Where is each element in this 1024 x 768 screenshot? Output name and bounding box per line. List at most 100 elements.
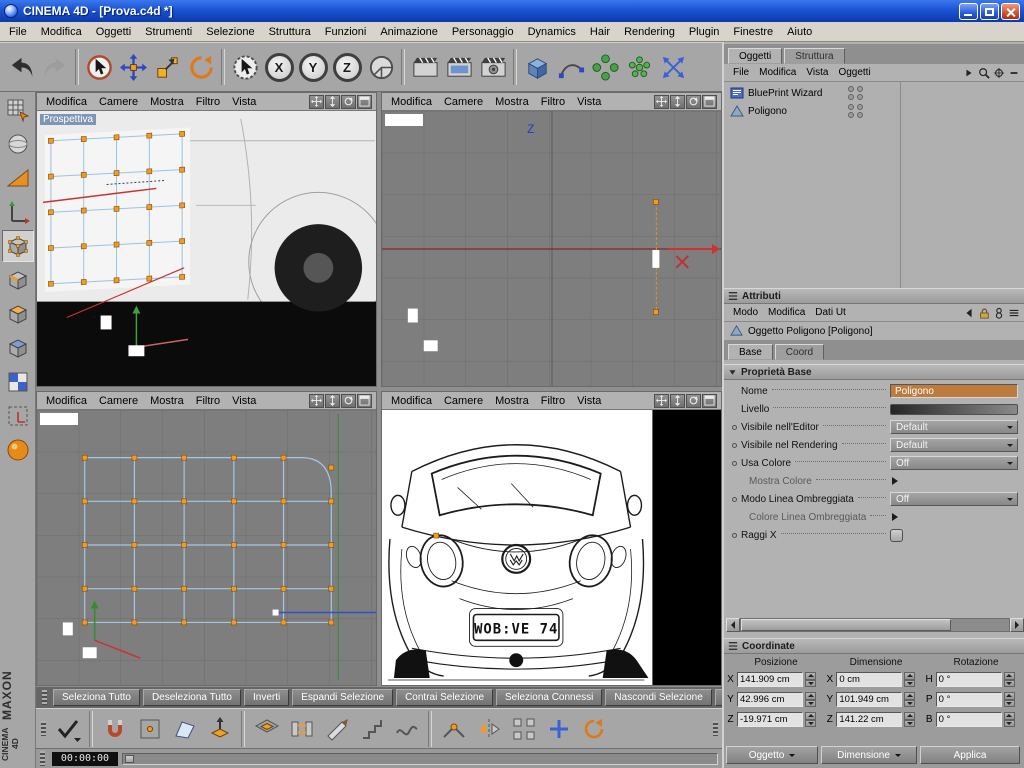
render-view-button[interactable] bbox=[408, 47, 442, 87]
search-icon[interactable] bbox=[978, 67, 990, 79]
object-axis-mode-button[interactable] bbox=[2, 196, 34, 228]
minus-icon[interactable] bbox=[1008, 67, 1020, 79]
timeline-thumb[interactable] bbox=[125, 755, 134, 763]
vp-menu-filtro[interactable]: Filtro bbox=[535, 395, 571, 407]
vp-menu-vista[interactable]: Vista bbox=[226, 395, 262, 407]
oggetto-dropdown[interactable]: Oggetto bbox=[726, 746, 818, 764]
vp-menu-vista[interactable]: Vista bbox=[226, 96, 262, 108]
am-menu-modo[interactable]: Modo bbox=[728, 307, 763, 318]
toggle-view-icon[interactable] bbox=[357, 95, 372, 109]
ik-mode-button[interactable] bbox=[2, 434, 34, 466]
vp-menu-camere[interactable]: Camere bbox=[93, 395, 144, 407]
palette-grip[interactable] bbox=[42, 690, 47, 705]
position-y-spinner[interactable] bbox=[805, 692, 816, 707]
vp-menu-mostra[interactable]: Mostra bbox=[489, 96, 535, 108]
object-row-poligono[interactable]: Poligono bbox=[724, 102, 1024, 120]
visibile-editor-dropdown[interactable]: Default bbox=[890, 420, 1018, 434]
toggle-view-icon[interactable] bbox=[702, 95, 717, 109]
add-generator-button[interactable] bbox=[588, 47, 622, 87]
polygons-mode-button[interactable] bbox=[2, 298, 34, 330]
vp-menu-camere[interactable]: Camere bbox=[438, 395, 489, 407]
add-structure-button[interactable] bbox=[542, 712, 575, 745]
section-header[interactable]: Proprietà Base bbox=[724, 364, 1024, 380]
menu-finestre[interactable]: Finestre bbox=[726, 24, 780, 40]
menu-plugin[interactable]: Plugin bbox=[682, 24, 727, 40]
livello-bar[interactable] bbox=[890, 404, 1018, 415]
points-mode-button[interactable] bbox=[2, 230, 34, 262]
palette-grip[interactable] bbox=[41, 721, 46, 736]
weld-tool-button[interactable] bbox=[437, 712, 470, 745]
menu-strumenti[interactable]: Strumenti bbox=[138, 24, 199, 40]
am-menu-dati-ut[interactable]: Dati Ut bbox=[810, 307, 851, 318]
rotate-view-icon[interactable] bbox=[341, 394, 356, 408]
rotation-b-spinner[interactable] bbox=[1004, 712, 1015, 727]
menu-file[interactable]: File bbox=[2, 24, 34, 40]
seleziona-tutto-button[interactable]: Seleziona Tutto bbox=[53, 689, 140, 706]
dimension-y-spinner[interactable] bbox=[904, 692, 915, 707]
dimension-y-field[interactable]: 101.949 cm bbox=[836, 692, 902, 707]
coordinate-system-button[interactable] bbox=[364, 47, 398, 87]
menu-modifica[interactable]: Modifica bbox=[34, 24, 89, 40]
rotation-h-spinner[interactable] bbox=[1004, 672, 1015, 687]
am-menu-modifica[interactable]: Modifica bbox=[763, 307, 810, 318]
dimension-x-field[interactable]: 0 cm bbox=[836, 672, 902, 687]
zoom-view-icon[interactable] bbox=[670, 394, 685, 408]
timeline-track[interactable] bbox=[122, 753, 718, 765]
toggle-view-icon[interactable] bbox=[702, 394, 717, 408]
mirror-tool-button[interactable] bbox=[472, 712, 505, 745]
bridge-tool-button[interactable] bbox=[285, 712, 318, 745]
smooth-shift-button[interactable] bbox=[390, 712, 423, 745]
espandi-selezione-button[interactable]: Espandi Selezione bbox=[292, 689, 393, 706]
view-label-field[interactable] bbox=[385, 114, 423, 126]
vp-menu-mostra[interactable]: Mostra bbox=[144, 96, 190, 108]
rotate-view-icon[interactable] bbox=[686, 95, 701, 109]
inner-extrude-button[interactable] bbox=[250, 712, 283, 745]
view-label-field[interactable] bbox=[40, 413, 78, 425]
snapshot-icon[interactable] bbox=[993, 307, 1005, 319]
nascondi-selezione-button[interactable]: Nascondi Selezione bbox=[605, 689, 711, 706]
tab-struttura[interactable]: Struttura bbox=[784, 48, 844, 64]
texture-axis-mode-button[interactable] bbox=[2, 400, 34, 432]
nome-field[interactable]: Poligono bbox=[890, 384, 1018, 398]
vp-menu-modifica[interactable]: Modifica bbox=[385, 395, 438, 407]
vp-menu-modifica[interactable]: Modifica bbox=[40, 96, 93, 108]
rotation-p-field[interactable]: 0 ° bbox=[936, 692, 1002, 707]
viewport-canvas-side[interactable] bbox=[37, 410, 376, 685]
vp-menu-mostra[interactable]: Mostra bbox=[489, 395, 535, 407]
position-z-spinner[interactable] bbox=[805, 712, 816, 727]
matrix-extrude-button[interactable] bbox=[355, 712, 388, 745]
array-tool-button[interactable] bbox=[507, 712, 540, 745]
toggle-view-icon[interactable] bbox=[357, 394, 372, 408]
position-z-field[interactable]: -19.971 cm bbox=[737, 712, 803, 727]
dimension-z-spinner[interactable] bbox=[904, 712, 915, 727]
vp-menu-modifica[interactable]: Modifica bbox=[385, 96, 438, 108]
rotation-p-spinner[interactable] bbox=[1004, 692, 1015, 707]
object-row-blueprint-wizard[interactable]: BluePrint Wizard bbox=[724, 84, 1024, 102]
deseleziona-tutto-button[interactable]: Deseleziona Tutto bbox=[143, 689, 241, 706]
vp-menu-vista[interactable]: Vista bbox=[571, 395, 607, 407]
modo-linea-dropdown[interactable]: Off bbox=[890, 492, 1018, 506]
applica-button[interactable]: Applica bbox=[920, 746, 1020, 764]
create-polygon-button[interactable] bbox=[168, 712, 201, 745]
dimensione-dropdown[interactable]: Dimensione bbox=[821, 746, 917, 764]
visibility-toggles[interactable] bbox=[848, 86, 864, 100]
menu-selezione[interactable]: Selezione bbox=[199, 24, 261, 40]
history-back-icon[interactable] bbox=[963, 307, 975, 319]
vp-menu-mostra[interactable]: Mostra bbox=[144, 395, 190, 407]
add-primitive-button[interactable] bbox=[520, 47, 554, 87]
om-menu-modifica[interactable]: Modifica bbox=[754, 67, 801, 78]
uv-mode-button[interactable] bbox=[2, 332, 34, 364]
menu-overflow-icon[interactable] bbox=[963, 67, 975, 79]
menu-personaggio[interactable]: Personaggio bbox=[445, 24, 521, 40]
position-y-field[interactable]: 42.996 cm bbox=[737, 692, 803, 707]
zoom-view-icon[interactable] bbox=[670, 95, 685, 109]
zoom-view-icon[interactable] bbox=[325, 95, 340, 109]
menu-hair[interactable]: Hair bbox=[583, 24, 617, 40]
position-x-field[interactable]: 141.909 cm bbox=[737, 672, 803, 687]
menu-funzioni[interactable]: Funzioni bbox=[318, 24, 374, 40]
menu-aiuto[interactable]: Aiuto bbox=[780, 24, 819, 40]
seleziona-connessi-button[interactable]: Seleziona Connessi bbox=[496, 689, 602, 706]
minimize-button[interactable] bbox=[959, 3, 978, 20]
pan-view-icon[interactable] bbox=[309, 394, 324, 408]
move-tool-button[interactable] bbox=[116, 47, 150, 87]
